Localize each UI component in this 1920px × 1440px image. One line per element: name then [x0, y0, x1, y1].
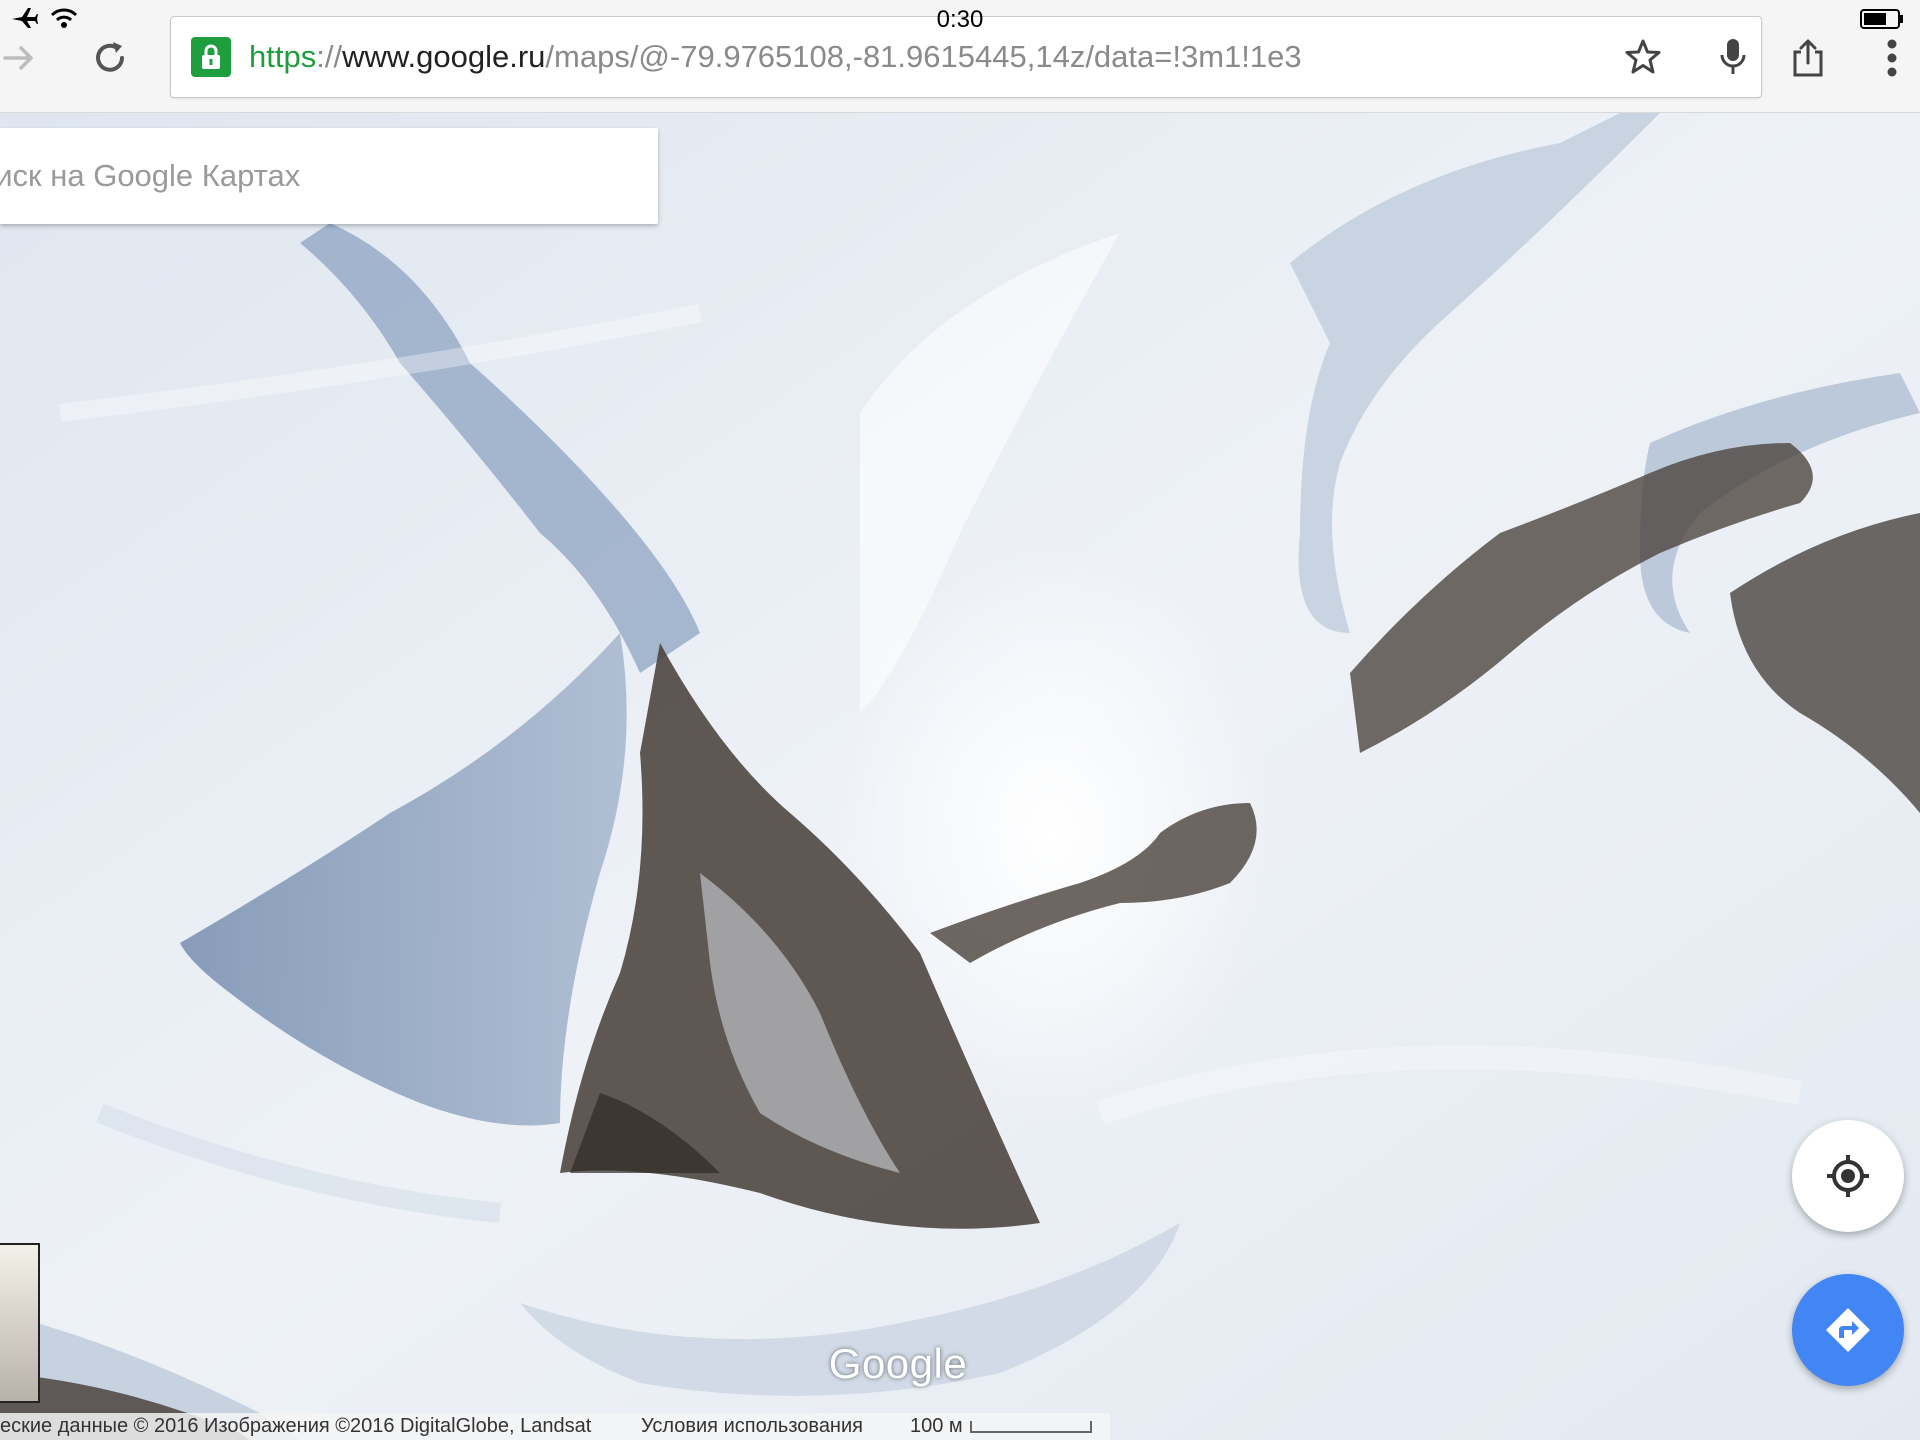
reload-button[interactable]: [90, 38, 130, 78]
star-icon: [1625, 39, 1661, 74]
microphone-icon: [1720, 39, 1746, 74]
my-location-button[interactable]: [1792, 1120, 1904, 1232]
forward-button[interactable]: [0, 38, 40, 78]
more-icon: [1887, 39, 1897, 77]
map-search-input[interactable]: [0, 128, 640, 224]
scale-label: 100 м: [910, 1415, 963, 1437]
attribution-text: еские данные © 2016 Изображения ©2016 Di…: [0, 1415, 592, 1437]
share-button[interactable]: [1786, 36, 1830, 80]
bookmark-star-button[interactable]: [1623, 37, 1663, 77]
status-time: 0:30: [936, 6, 984, 33]
url-host: www.google.ru: [342, 39, 546, 74]
more-menu-button[interactable]: [1872, 36, 1912, 80]
url-protocol: https: [249, 39, 317, 74]
my-location-icon: [1827, 1155, 1869, 1197]
directions-icon: [1826, 1308, 1870, 1352]
scale-bar: [970, 1421, 1092, 1433]
voice-search-button[interactable]: [1713, 37, 1753, 77]
battery-icon: [1860, 9, 1903, 29]
terms-link[interactable]: Условия использования: [641, 1415, 863, 1438]
directions-button[interactable]: [1792, 1274, 1904, 1386]
forward-icon: [3, 46, 33, 70]
url-text[interactable]: https://www.google.ru/maps/@-79.9765108,…: [249, 37, 1302, 77]
url-separator: ://: [316, 39, 343, 74]
share-icon: [1793, 39, 1823, 77]
satellite-imagery: [0, 113, 1920, 1440]
map-search-box[interactable]: [0, 128, 658, 224]
lock-icon: [191, 37, 231, 77]
satellite-map[interactable]: [0, 113, 1920, 1440]
map-footer: еские данные © 2016 Изображения ©2016 Di…: [0, 1413, 1110, 1440]
reload-icon: [96, 42, 124, 72]
url-path: /maps/@-79.9765108,-81.9615445,14z/data=…: [545, 39, 1302, 74]
google-logo: Google: [828, 1340, 968, 1387]
